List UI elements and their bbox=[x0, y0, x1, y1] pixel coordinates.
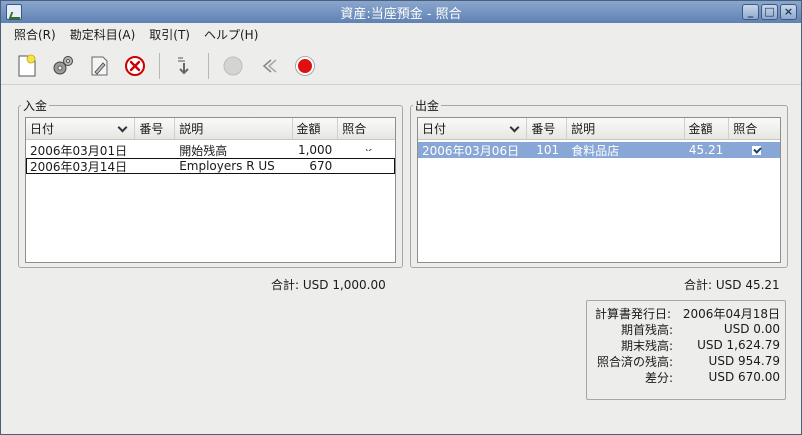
column-header-date[interactable]: 日付 bbox=[418, 118, 528, 139]
gears-icon bbox=[53, 55, 73, 74]
title-bar[interactable]: 資産:当座預金 - 照合 _ □ × bbox=[1, 1, 801, 23]
column-header-date[interactable]: 日付 bbox=[26, 118, 136, 139]
row-description: Employers R US bbox=[179, 159, 275, 173]
table-row[interactable]: 2006年03月06日 101 食料品店 45.21 bbox=[418, 142, 780, 158]
column-header-description[interactable]: 説明 bbox=[175, 118, 293, 139]
menu-transaction[interactable]: 取引(T) bbox=[142, 26, 197, 43]
delete-button[interactable] bbox=[117, 49, 153, 83]
checkbox-checked-icon bbox=[752, 145, 762, 155]
menu-help[interactable]: ヘルプ(H) bbox=[197, 26, 265, 43]
minimize-button[interactable]: _ bbox=[742, 4, 759, 20]
withdrawals-header: 日付 番号 説明 金額 照合 bbox=[418, 118, 780, 140]
menu-reconcile[interactable]: 照合(R) bbox=[7, 26, 63, 43]
deposits-header: 日付 番号 説明 金額 照合 bbox=[26, 118, 395, 140]
row-amount: 670 bbox=[309, 159, 333, 173]
withdrawals-total-label: 合計: bbox=[684, 278, 713, 292]
record-stop-icon bbox=[295, 55, 315, 76]
row-description: 開始残高 bbox=[179, 143, 228, 158]
back-arrow-icon bbox=[262, 58, 277, 73]
checkmark-icon bbox=[365, 149, 372, 151]
summary-statement-date: 計算書発行日: 2006年04月18日 bbox=[594, 306, 780, 321]
row-date: 2006年03月06日 bbox=[422, 143, 520, 158]
chevron-down-icon bbox=[117, 122, 128, 133]
new-transaction-button[interactable] bbox=[9, 49, 45, 83]
delete-circle-icon bbox=[125, 55, 145, 76]
summary-ending-balance: 期末残高: USD 1,624.79 bbox=[620, 338, 780, 353]
chevron-down-icon bbox=[509, 122, 520, 133]
edit-document-icon bbox=[91, 56, 108, 75]
column-header-number[interactable]: 番号 bbox=[527, 118, 568, 139]
withdrawals-total-value: USD 45.21 bbox=[715, 278, 780, 292]
row-date: 2006年03月01日 bbox=[30, 143, 128, 158]
preferences-button[interactable] bbox=[45, 49, 81, 83]
summary-starting-balance: 期首残高: USD 0.00 bbox=[620, 322, 780, 337]
deposits-rows: 2006年03月01日 開始残高 1,000 2006年03月14日 Emplo… bbox=[26, 140, 395, 174]
window-controls: _ □ × bbox=[742, 4, 797, 20]
column-header-number[interactable]: 番号 bbox=[135, 118, 176, 139]
deposits-label: 入金 bbox=[21, 97, 50, 114]
column-header-amount[interactable]: 金額 bbox=[293, 118, 339, 139]
row-description: 食料品店 bbox=[571, 143, 620, 158]
new-document-icon bbox=[18, 54, 36, 76]
app-icon[interactable] bbox=[6, 4, 22, 20]
row-number: 101 bbox=[536, 143, 560, 157]
deposits-total: 合計: USD 1,000.00 bbox=[271, 276, 386, 293]
balance-button[interactable] bbox=[166, 49, 202, 83]
balance-down-icon bbox=[178, 56, 189, 74]
withdrawals-list[interactable]: 日付 番号 説明 金額 照合 2006年03月06日 101 食料品店 45.2… bbox=[417, 117, 781, 263]
postpone-button[interactable] bbox=[251, 49, 287, 83]
row-reconciled-toggle[interactable] bbox=[729, 145, 780, 155]
row-amount: 45.21 bbox=[688, 143, 724, 157]
summary-difference: 差分: USD 670.00 bbox=[644, 370, 780, 385]
toolbar-separator bbox=[208, 52, 209, 79]
column-header-amount[interactable]: 金額 bbox=[685, 118, 730, 139]
cancel-button[interactable] bbox=[287, 49, 323, 83]
withdrawals-rows: 2006年03月06日 101 食料品店 45.21 bbox=[418, 140, 780, 158]
table-row[interactable]: 2006年03月01日 開始残高 1,000 bbox=[26, 142, 395, 158]
finish-button-disabled[interactable] bbox=[215, 49, 251, 83]
reconcile-window: 資産:当座預金 - 照合 _ □ × 照合(R) 勘定科目(A) 取引(T) ヘ… bbox=[0, 0, 802, 435]
menu-bar: 照合(R) 勘定科目(A) 取引(T) ヘルプ(H) bbox=[1, 23, 801, 45]
column-header-reconciled[interactable]: 照合 bbox=[729, 118, 780, 139]
column-header-description[interactable]: 説明 bbox=[567, 118, 685, 139]
row-date: 2006年03月14日 bbox=[30, 159, 128, 174]
row-amount: 1,000 bbox=[297, 143, 333, 157]
deposits-list[interactable]: 日付 番号 説明 金額 照合 2006年03月01日 開始残高 1,000 20… bbox=[25, 117, 396, 263]
circle-disabled-icon bbox=[223, 56, 243, 75]
summary-reconciled-balance: 照合済の残高: USD 954.79 bbox=[596, 354, 780, 369]
maximize-button[interactable]: □ bbox=[761, 4, 778, 20]
withdrawals-label: 出金 bbox=[413, 97, 442, 114]
withdrawals-total: 合計: USD 45.21 bbox=[684, 276, 780, 293]
deposits-total-value: USD 1,000.00 bbox=[302, 278, 386, 292]
column-header-reconciled[interactable]: 照合 bbox=[338, 118, 395, 139]
toolbar-separator bbox=[159, 52, 160, 79]
row-reconciled-toggle[interactable] bbox=[338, 149, 395, 151]
window-title: 資産:当座預金 - 照合 bbox=[340, 6, 462, 22]
close-button[interactable]: × bbox=[780, 4, 797, 20]
menu-account[interactable]: 勘定科目(A) bbox=[63, 26, 143, 43]
reconcile-summary: 計算書発行日: 2006年04月18日 期首残高: USD 0.00 期末残高:… bbox=[586, 300, 786, 400]
deposits-total-label: 合計: bbox=[271, 278, 300, 292]
toolbar bbox=[1, 47, 801, 85]
edit-button[interactable] bbox=[81, 49, 117, 83]
table-row[interactable]: 2006年03月14日 Employers R US 670 bbox=[26, 158, 395, 174]
